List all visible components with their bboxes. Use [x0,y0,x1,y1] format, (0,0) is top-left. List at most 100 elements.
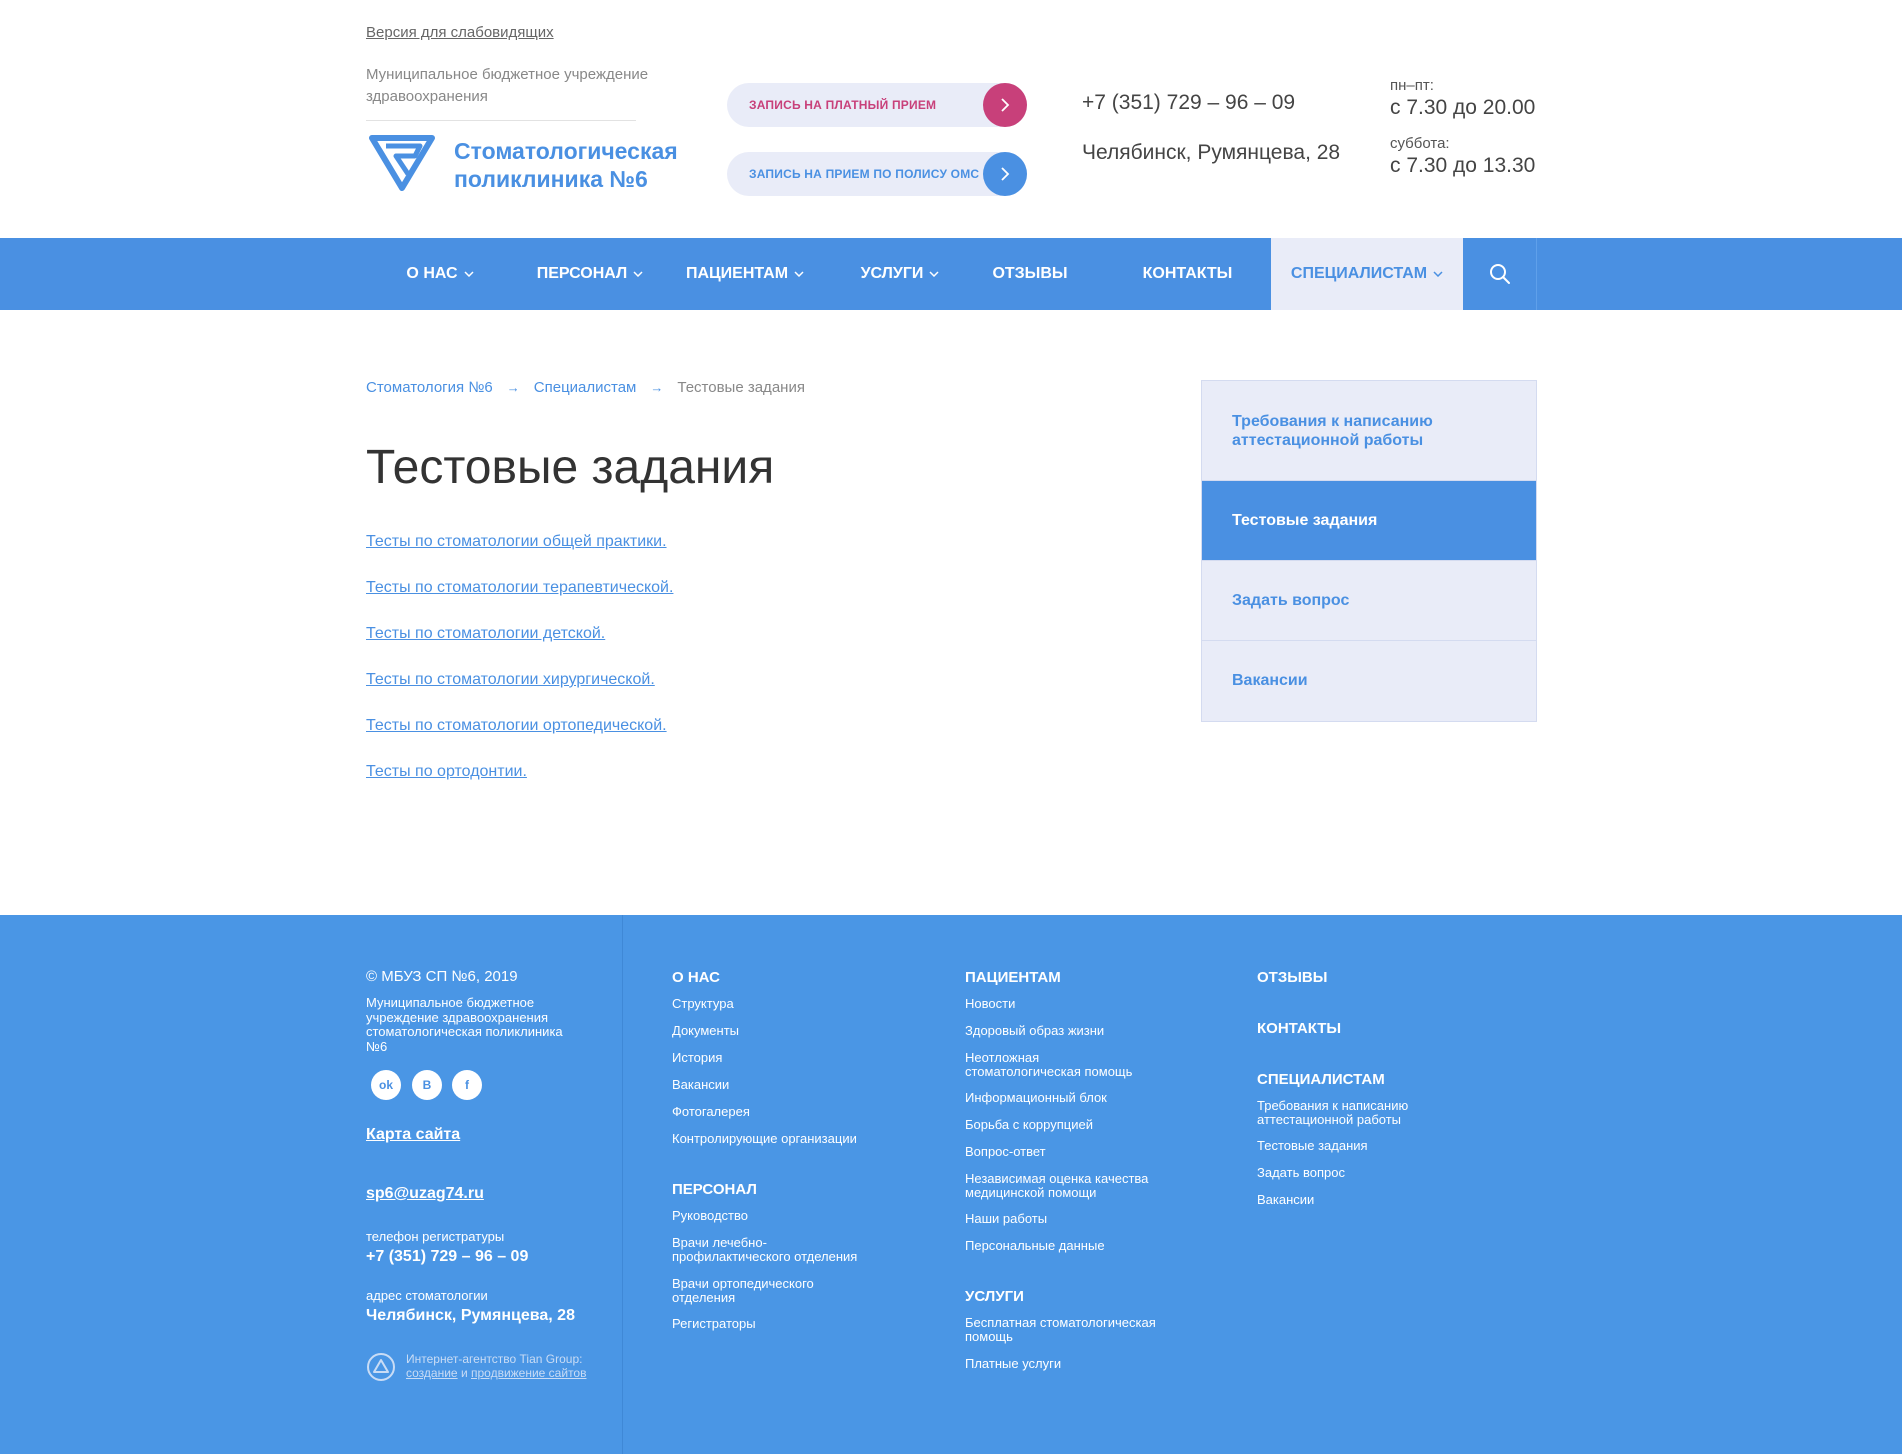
facebook-icon[interactable]: f [452,1070,482,1100]
footer: © МБУЗ СП №6, 2019 Муниципальное бюджетн… [0,915,1902,1454]
chevron-down-icon [794,271,804,277]
sidebar-item-tests[interactable]: Тестовые задания [1202,481,1536,561]
nav-item-contacts[interactable]: КОНТАКТЫ [1130,238,1245,310]
odnoklassniki-icon[interactable]: ok [371,1070,401,1100]
test-link-orthodontics[interactable]: Тесты по ортодонтии. [366,763,527,781]
footer-phone-label: телефон регистратуры [366,1229,505,1244]
saturday-hours: с 7.30 до 13.30 [1390,154,1536,177]
footer-link[interactable]: История [672,1051,872,1065]
breadcrumb: Стоматология №6 → Специалистам → Тестовы… [366,379,805,396]
footer-link[interactable]: Врачи ортопедического отделения [672,1277,832,1305]
sidebar-menu: Требования к написанию аттестационной ра… [1201,380,1537,722]
org-divider [366,120,636,121]
header-address: Челябинск, Румянцева, 28 [1082,141,1341,164]
sidebar-item-label: Задать вопрос [1232,591,1350,609]
footer-link[interactable]: Регистраторы [672,1317,872,1331]
footer-link[interactable]: Наши работы [965,1212,1165,1226]
footer-heading-specialists[interactable]: СПЕЦИАЛИСТАМ [1257,1071,1385,1088]
oms-appointment-label: ЗАПИСЬ НА ПРИЕМ ПО ПОЛИСУ ОМС [749,167,980,181]
tian-group-logo-icon[interactable] [366,1352,396,1382]
footer-link[interactable]: Требования к написанию аттестационной ра… [1257,1099,1437,1127]
footer-link[interactable]: Вакансии [1257,1193,1457,1207]
accessibility-link[interactable]: Версия для слабовидящих [366,24,554,41]
footer-heading-services[interactable]: УСЛУГИ [965,1288,1024,1305]
footer-phone[interactable]: +7 (351) 729 – 96 – 09 [366,1248,528,1266]
footer-link[interactable]: Платные услуги [965,1357,1165,1371]
footer-link[interactable]: Борьба с коррупцией [965,1118,1165,1132]
footer-link[interactable]: Неотложная стоматологическая помощь [965,1051,1155,1079]
agency-create-link[interactable]: создание [406,1366,458,1380]
main-nav: О НАС ПЕРСОНАЛ ПАЦИЕНТАМ УСЛУГИ ОТЗЫВЫ К… [0,238,1902,310]
test-link-therapeutic[interactable]: Тесты по стоматологии терапевтической. [366,579,673,597]
footer-heading-about[interactable]: О НАС [672,969,720,986]
footer-divider [622,915,623,1454]
agency-line: Интернет-агентство Tian Group: [406,1352,583,1366]
footer-link[interactable]: Независимая оценка качества медицинской … [965,1172,1165,1200]
nav-item-patients[interactable]: ПАЦИЕНТАМ [680,238,810,310]
footer-link[interactable]: Персональные данные [965,1239,1165,1253]
footer-link[interactable]: Задать вопрос [1257,1166,1457,1180]
chevron-down-icon [633,271,643,277]
arrow-right-icon: → [506,380,520,395]
sitemap-link[interactable]: Карта сайта [366,1126,460,1144]
agency-and: и [460,1366,468,1380]
oms-appointment-button[interactable]: ЗАПИСЬ НА ПРИЕМ ПО ПОЛИСУ ОМС [727,152,1027,196]
email-link[interactable]: sp6@uzag74.ru [366,1185,484,1203]
sidebar-item-label: Вакансии [1232,672,1308,689]
weekdays-label: пн–пт: [1390,77,1434,94]
footer-link[interactable]: Структура [672,997,872,1011]
footer-heading-staff[interactable]: ПЕРСОНАЛ [672,1181,757,1198]
footer-link[interactable]: Контролирующие организации [672,1132,872,1146]
sidebar-item-ask[interactable]: Задать вопрос [1202,561,1536,641]
footer-link[interactable]: Фотогалерея [672,1105,872,1119]
footer-org-name: Муниципальное бюджетное учреждение здрав… [366,995,563,1054]
nav-item-staff[interactable]: ПЕРСОНАЛ [530,238,650,310]
nav-item-about[interactable]: О НАС [390,238,490,310]
nav-item-services[interactable]: УСЛУГИ [845,238,955,310]
footer-heading-patients[interactable]: ПАЦИЕНТАМ [965,969,1061,986]
nav-item-label: КОНТАКТЫ [1142,265,1233,282]
logo-text[interactable]: Стоматологическая поликлиника №6 [454,137,714,193]
diamond-logo-icon[interactable] [366,134,438,192]
paid-appointment-label: ЗАПИСЬ НА ПЛАТНЫЙ ПРИЕМ [749,98,937,112]
nav-item-label: ОТЗЫВЫ [992,265,1068,282]
footer-link[interactable]: Врачи лечебно-профилактического отделени… [672,1236,872,1264]
agency-credit: Интернет-агентство Tian Group: создание … [406,1352,586,1380]
arrow-right-icon: → [650,380,664,395]
saturday-label: суббота: [1390,135,1450,152]
breadcrumb-current: Тестовые задания [677,379,805,396]
footer-link[interactable]: Бесплатная стоматологическая помощь [965,1316,1175,1344]
search-button[interactable] [1463,238,1537,310]
vkontakte-icon[interactable]: В [412,1070,442,1100]
footer-link[interactable]: Документы [672,1024,872,1038]
footer-link[interactable]: Вакансии [672,1078,872,1092]
search-icon [1489,264,1510,284]
sidebar-item-vacancies[interactable]: Вакансии [1202,641,1536,721]
test-link-surgical[interactable]: Тесты по стоматологии хирургической. [366,671,655,689]
chevron-right-icon [983,83,1027,127]
nav-item-reviews[interactable]: ОТЗЫВЫ [980,238,1080,310]
breadcrumb-link-specialists[interactable]: Специалистам [534,379,637,396]
footer-address: Челябинск, Румянцева, 28 [366,1307,575,1324]
test-link-pediatric[interactable]: Тесты по стоматологии детской. [366,625,605,643]
header-phone[interactable]: +7 (351) 729 – 96 – 09 [1082,91,1295,115]
nav-item-label: ПЕРСОНАЛ [536,265,628,282]
sidebar-item-requirements[interactable]: Требования к написанию аттестационной ра… [1202,381,1536,481]
footer-heading-contacts[interactable]: КОНТАКТЫ [1257,1020,1341,1037]
footer-link[interactable]: Новости [965,997,1165,1011]
nav-item-specialists[interactable]: СПЕЦИАЛИСТАМ [1271,238,1463,310]
test-link-general[interactable]: Тесты по стоматологии общей практики. [366,533,667,551]
footer-heading-reviews[interactable]: ОТЗЫВЫ [1257,969,1327,986]
paid-appointment-button[interactable]: ЗАПИСЬ НА ПЛАТНЫЙ ПРИЕМ [727,83,1027,127]
footer-link[interactable]: Здоровый образ жизни [965,1024,1165,1038]
footer-link[interactable]: Руководство [672,1209,872,1223]
breadcrumb-link-home[interactable]: Стоматология №6 [366,379,493,396]
agency-promo-link[interactable]: продвижение сайтов [471,1366,587,1380]
footer-link[interactable]: Тестовые задания [1257,1139,1457,1153]
footer-link[interactable]: Информационный блок [965,1091,1165,1105]
weekdays-hours: с 7.30 до 20.00 [1390,96,1536,119]
footer-link[interactable]: Вопрос-ответ [965,1145,1165,1159]
org-name: Муниципальное бюджетное учреждение здрав… [366,66,649,105]
sidebar-item-label: Требования к написанию аттестационной ра… [1232,412,1433,449]
test-link-orthopedic[interactable]: Тесты по стоматологии ортопедической. [366,717,667,735]
